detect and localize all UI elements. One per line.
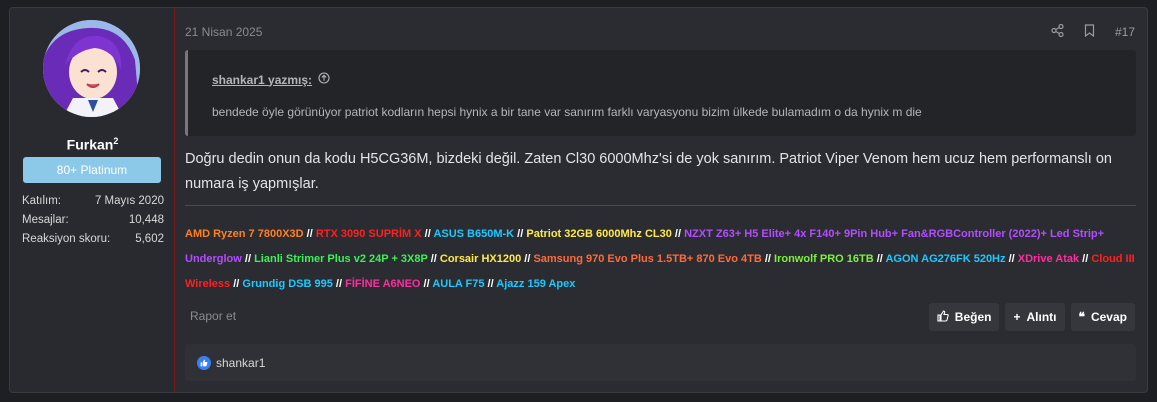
signature-separator: // — [1079, 253, 1092, 265]
post-tools: #17 — [1051, 23, 1135, 40]
signature-separator: // — [427, 253, 440, 265]
post: Furkan2 80+ Platinum Katılım: 7 Mayıs 202… — [9, 7, 1148, 393]
user-panel: Furkan2 80+ Platinum Katılım: 7 Mayıs 202… — [10, 8, 175, 392]
stat-value: 5,602 — [135, 233, 164, 245]
stat-joined: Katılım: 7 Mayıs 2020 — [22, 192, 164, 211]
signature-item: AULA F75 — [432, 278, 485, 290]
stat-value: 7 Mayıs 2020 — [94, 195, 164, 207]
signature-item: AMD Ryzen 7 7800X3D — [185, 228, 304, 240]
signature-separator: // — [421, 228, 434, 240]
signature-item: XDrive Atak — [1017, 253, 1080, 265]
signature-separator: // — [514, 228, 527, 240]
signature-item: FİFİNE A6NEO — [345, 278, 421, 290]
like-button[interactable]: Beğen — [928, 303, 1000, 331]
signature-item: AGON AG276FK 520Hz — [885, 253, 1006, 265]
signature-item: ASUS B650M-K — [433, 228, 515, 240]
user-title-badge: 80+ Platinum — [23, 157, 161, 183]
signature-separator: // — [420, 278, 433, 290]
like-reaction-icon — [197, 355, 211, 370]
signature-separator: // — [241, 253, 255, 265]
signature-separator: // — [230, 278, 243, 290]
reply-button[interactable]: ❝ Cevap — [1070, 303, 1135, 331]
quote-label: Alıntı — [1026, 310, 1057, 324]
reply-label: Cevap — [1090, 310, 1127, 324]
thumbs-up-icon — [937, 309, 949, 325]
quote-header: shankar1 yazmış: — [212, 72, 330, 87]
plus-icon: + — [1013, 310, 1021, 324]
bookmark-icon[interactable] — [1084, 24, 1095, 40]
share-icon[interactable] — [1051, 23, 1064, 40]
signature: AMD Ryzen 7 7800X3D // RTX 3090 SUPRİM X… — [185, 222, 1145, 297]
message-body: Doğru dedin onun da kodu H5CG36M, bizdek… — [185, 151, 1112, 192]
signature-item: Ironwolf PRO 16TB — [774, 253, 874, 265]
stat-label: Katılım: — [22, 195, 61, 207]
stat-label: Reaksiyon skoru: — [22, 233, 111, 245]
signature-separator: // — [1005, 253, 1018, 265]
user-stats: Katılım: 7 Mayıs 2020 Mesajlar: 10,448 Rea… — [22, 192, 164, 249]
reaction-user[interactable]: shankar1 — [216, 356, 265, 370]
stat-messages: Mesajlar: 10,448 — [22, 211, 164, 230]
like-label: Beğen — [954, 310, 992, 324]
signature-item: Lianli Strimer Plus v2 24P + 3X8P — [254, 253, 428, 265]
post-number[interactable]: #17 — [1115, 25, 1135, 39]
signature-separator: // — [521, 253, 534, 265]
stat-value: 10,448 — [128, 214, 164, 226]
signature-separator: // — [761, 253, 775, 265]
quote-text: bendede öyle görünüyor patriot kodların … — [212, 105, 922, 119]
signature-item: Grundig DSB 995 — [242, 278, 333, 290]
reactions-bar: shankar1 — [185, 344, 1136, 381]
post-main: 21 Nisan 2025 #17 shankar1 yazmış: bende… — [175, 8, 1147, 392]
avatar[interactable] — [43, 20, 140, 117]
post-date[interactable]: 21 Nisan 2025 — [185, 25, 262, 39]
username-text[interactable]: Furkan — [67, 137, 114, 153]
signature-item: Corsair HX1200 — [439, 253, 522, 265]
signature-item: RTX 3090 SUPRİM X — [315, 228, 422, 240]
signature-separator: // — [303, 228, 316, 240]
username-superscript: 2 — [113, 136, 119, 146]
signature-separator: // — [873, 253, 886, 265]
quote-button[interactable]: + Alıntı — [1005, 303, 1065, 331]
post-actions: Beğen + Alıntı ❝ Cevap — [928, 303, 1135, 331]
stat-label: Mesajlar: — [22, 214, 69, 226]
quote-block: shankar1 yazmış: bendede öyle görünüyor … — [185, 50, 1136, 136]
signature-item: Ajazz 159 Apex — [496, 278, 576, 290]
report-link[interactable]: Rapor et — [190, 309, 236, 323]
signature-item: Samsung 970 Evo Plus 1.5TB+ 870 Evo 4TB — [533, 253, 762, 265]
quote-author-link[interactable]: shankar1 yazmış: — [212, 73, 312, 87]
signature-item: Patriot 32GB 6000Mhz CL30 — [526, 228, 672, 240]
avatar-image — [43, 20, 140, 117]
stat-reaction-score: Reaksiyon skoru: 5,602 — [22, 230, 164, 249]
signature-separator: // — [671, 228, 685, 240]
signature-separator: // — [484, 278, 497, 290]
quote-marks-icon: ❝ — [1078, 310, 1085, 324]
signature-divider — [185, 205, 1136, 206]
username[interactable]: Furkan2 — [10, 136, 175, 153]
arrow-up-circle-icon[interactable] — [318, 72, 330, 87]
signature-separator: // — [332, 278, 346, 290]
